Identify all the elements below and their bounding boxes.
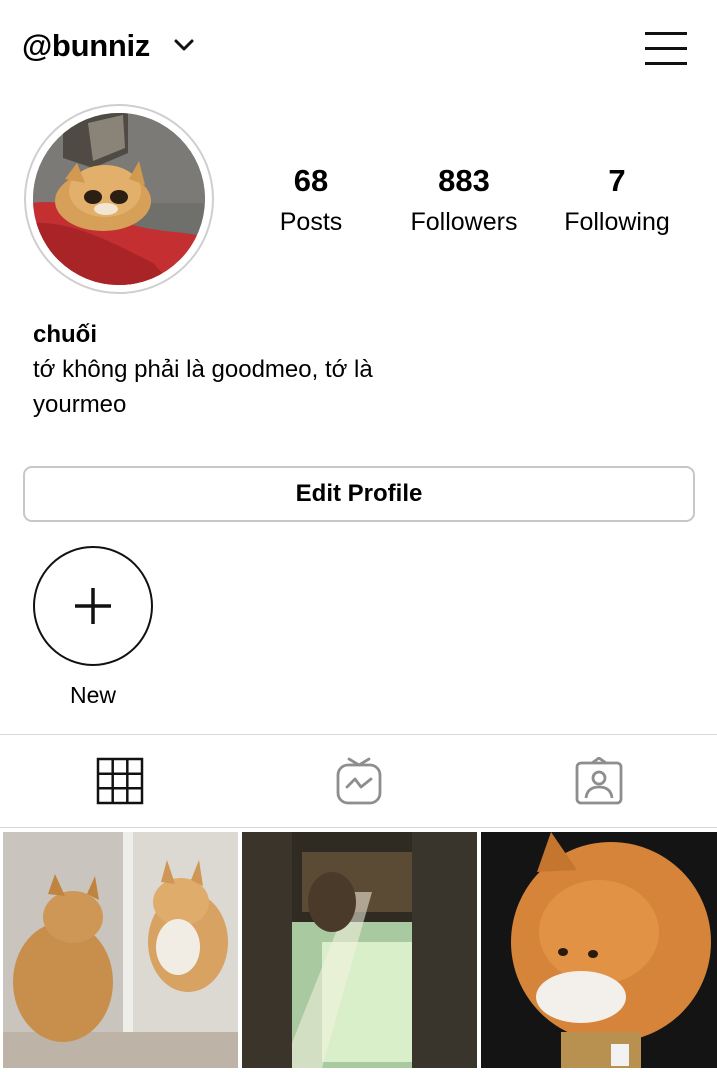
- tab-grid[interactable]: [0, 735, 239, 827]
- top-bar: @bunniz: [0, 0, 717, 96]
- profile-bio: chuối tớ không phải là goodmeo, tớ là yo…: [33, 318, 393, 422]
- tagged-icon: [575, 757, 623, 805]
- post-thumbnail[interactable]: [481, 832, 717, 1068]
- posts-label: Posts: [279, 208, 343, 236]
- post-thumbnail[interactable]: [242, 832, 477, 1068]
- followers-count: 883: [438, 163, 490, 198]
- new-highlight-label: New: [69, 682, 116, 708]
- tab-igtv[interactable]: [239, 735, 478, 827]
- posts-grid: [0, 832, 717, 1072]
- followers-label: Followers: [410, 208, 518, 236]
- stat-posts[interactable]: 68 Posts: [236, 162, 386, 244]
- post-thumbnail[interactable]: [3, 832, 238, 1068]
- following-label: Following: [564, 208, 670, 236]
- tab-tagged[interactable]: [478, 735, 717, 827]
- stat-followers[interactable]: 883 Followers: [389, 162, 539, 244]
- bio-text: tớ không phải là goodmeo, tớ là yourmeo: [33, 356, 373, 418]
- plus-icon: [75, 588, 111, 624]
- username-switcher[interactable]: @bunniz: [22, 28, 150, 64]
- avatar[interactable]: [33, 113, 205, 285]
- stat-following[interactable]: 7 Following: [542, 162, 692, 244]
- grid-icon: [96, 757, 144, 805]
- display-name: chuối: [33, 321, 97, 348]
- following-count: 7: [608, 163, 626, 198]
- edit-profile-button[interactable]: Edit Profile: [23, 466, 695, 522]
- profile-tabs: [0, 734, 717, 828]
- posts-count: 68: [293, 163, 329, 198]
- hamburger-menu-icon[interactable]: [645, 30, 689, 66]
- igtv-icon: [336, 757, 382, 805]
- chevron-down-icon[interactable]: [172, 36, 196, 56]
- new-highlight-button[interactable]: [33, 546, 153, 666]
